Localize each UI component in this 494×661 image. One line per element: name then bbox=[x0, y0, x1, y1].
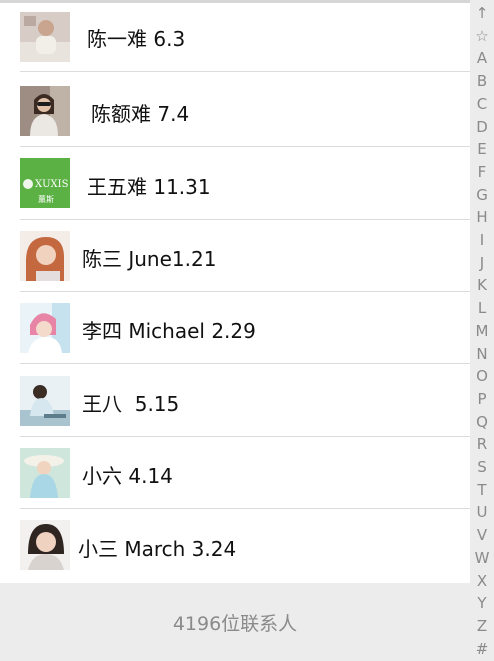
contact-row[interactable]: 陈额难 7.4 bbox=[0, 75, 470, 147]
contact-avatar: XUXIS 薰斯 bbox=[20, 158, 70, 208]
index-letter[interactable]: W bbox=[470, 547, 494, 570]
index-letter[interactable]: T bbox=[470, 479, 494, 502]
contact-row[interactable]: 小三 March 3.24 bbox=[0, 510, 470, 582]
index-letter[interactable]: X bbox=[470, 570, 494, 593]
index-letter[interactable]: C bbox=[470, 93, 494, 116]
index-letter[interactable]: N bbox=[470, 343, 494, 366]
alphabet-index-bar[interactable]: ↑ ☆ A B C D E F G H I J K L M N O P Q R S T U V W X Y Z # bbox=[470, 0, 494, 661]
contact-row[interactable]: 小六 4.14 bbox=[0, 437, 470, 509]
contact-row[interactable]: 陈一难 6.3 bbox=[0, 0, 470, 72]
row-separator bbox=[20, 363, 470, 364]
index-letter[interactable]: # bbox=[470, 638, 494, 661]
contact-count-footer: 4196位联系人 bbox=[0, 583, 470, 661]
contact-name: 李四 Michael 2.29 bbox=[82, 319, 256, 343]
index-letter[interactable]: R bbox=[470, 433, 494, 456]
row-separator bbox=[20, 71, 470, 72]
index-letter[interactable]: G bbox=[470, 184, 494, 207]
index-letter[interactable]: A bbox=[470, 47, 494, 70]
contact-row[interactable]: 李四 Michael 2.29 bbox=[0, 292, 470, 364]
contact-avatar bbox=[20, 448, 70, 498]
index-letter[interactable]: ↑ bbox=[470, 2, 494, 25]
contact-row[interactable]: XUXIS 薰斯 王五难 11.31 bbox=[0, 148, 470, 220]
index-letter[interactable]: V bbox=[470, 524, 494, 547]
contact-name: 陈三 June1.21 bbox=[82, 247, 217, 271]
index-letter[interactable]: E bbox=[470, 138, 494, 161]
logo-subtext: 薰斯 bbox=[38, 194, 54, 204]
contact-avatar bbox=[20, 12, 70, 62]
contact-name: 小六 4.14 bbox=[82, 464, 173, 488]
index-letter[interactable]: L bbox=[470, 297, 494, 320]
contact-name: 陈一难 6.3 bbox=[87, 27, 186, 51]
row-separator bbox=[20, 146, 470, 147]
index-letter[interactable]: ☆ bbox=[470, 25, 494, 48]
index-letter[interactable]: O bbox=[470, 365, 494, 388]
index-letter[interactable]: I bbox=[470, 229, 494, 252]
row-separator bbox=[20, 508, 470, 509]
index-letter[interactable]: Z bbox=[470, 615, 494, 638]
index-letter[interactable]: M bbox=[470, 320, 494, 343]
index-letter[interactable]: K bbox=[470, 274, 494, 297]
contact-row[interactable]: 陈三 June1.21 bbox=[0, 220, 470, 292]
index-letter[interactable]: H bbox=[470, 206, 494, 229]
index-letter[interactable]: F bbox=[470, 161, 494, 184]
logo-text: XUXIS bbox=[35, 179, 69, 190]
contact-count-text: 4196位联系人 bbox=[172, 612, 298, 635]
index-letter[interactable]: Y bbox=[470, 592, 494, 615]
contact-list[interactable]: 陈一难 6.3 陈额难 7.4 XUXIS 薰斯 王五难 11.31 陈三 Ju… bbox=[0, 0, 470, 583]
contact-avatar bbox=[20, 231, 70, 281]
index-letter[interactable]: S bbox=[470, 456, 494, 479]
index-letter[interactable]: U bbox=[470, 501, 494, 524]
contact-avatar bbox=[20, 376, 70, 426]
contact-avatar bbox=[20, 520, 70, 570]
contact-row[interactable]: 王八 5.15 bbox=[0, 365, 470, 437]
index-letter[interactable]: B bbox=[470, 70, 494, 93]
contact-avatar bbox=[20, 303, 70, 353]
index-letter[interactable]: Q bbox=[470, 411, 494, 434]
contact-avatar bbox=[20, 86, 70, 136]
index-letter[interactable]: P bbox=[470, 388, 494, 411]
index-letter[interactable]: J bbox=[470, 252, 494, 275]
contact-name: 小三 March 3.24 bbox=[78, 537, 237, 561]
index-letter[interactable]: D bbox=[470, 116, 494, 139]
contact-name: 陈额难 7.4 bbox=[91, 102, 190, 126]
contact-name: 王五难 11.31 bbox=[87, 175, 211, 199]
contact-name: 王八 5.15 bbox=[82, 392, 180, 416]
